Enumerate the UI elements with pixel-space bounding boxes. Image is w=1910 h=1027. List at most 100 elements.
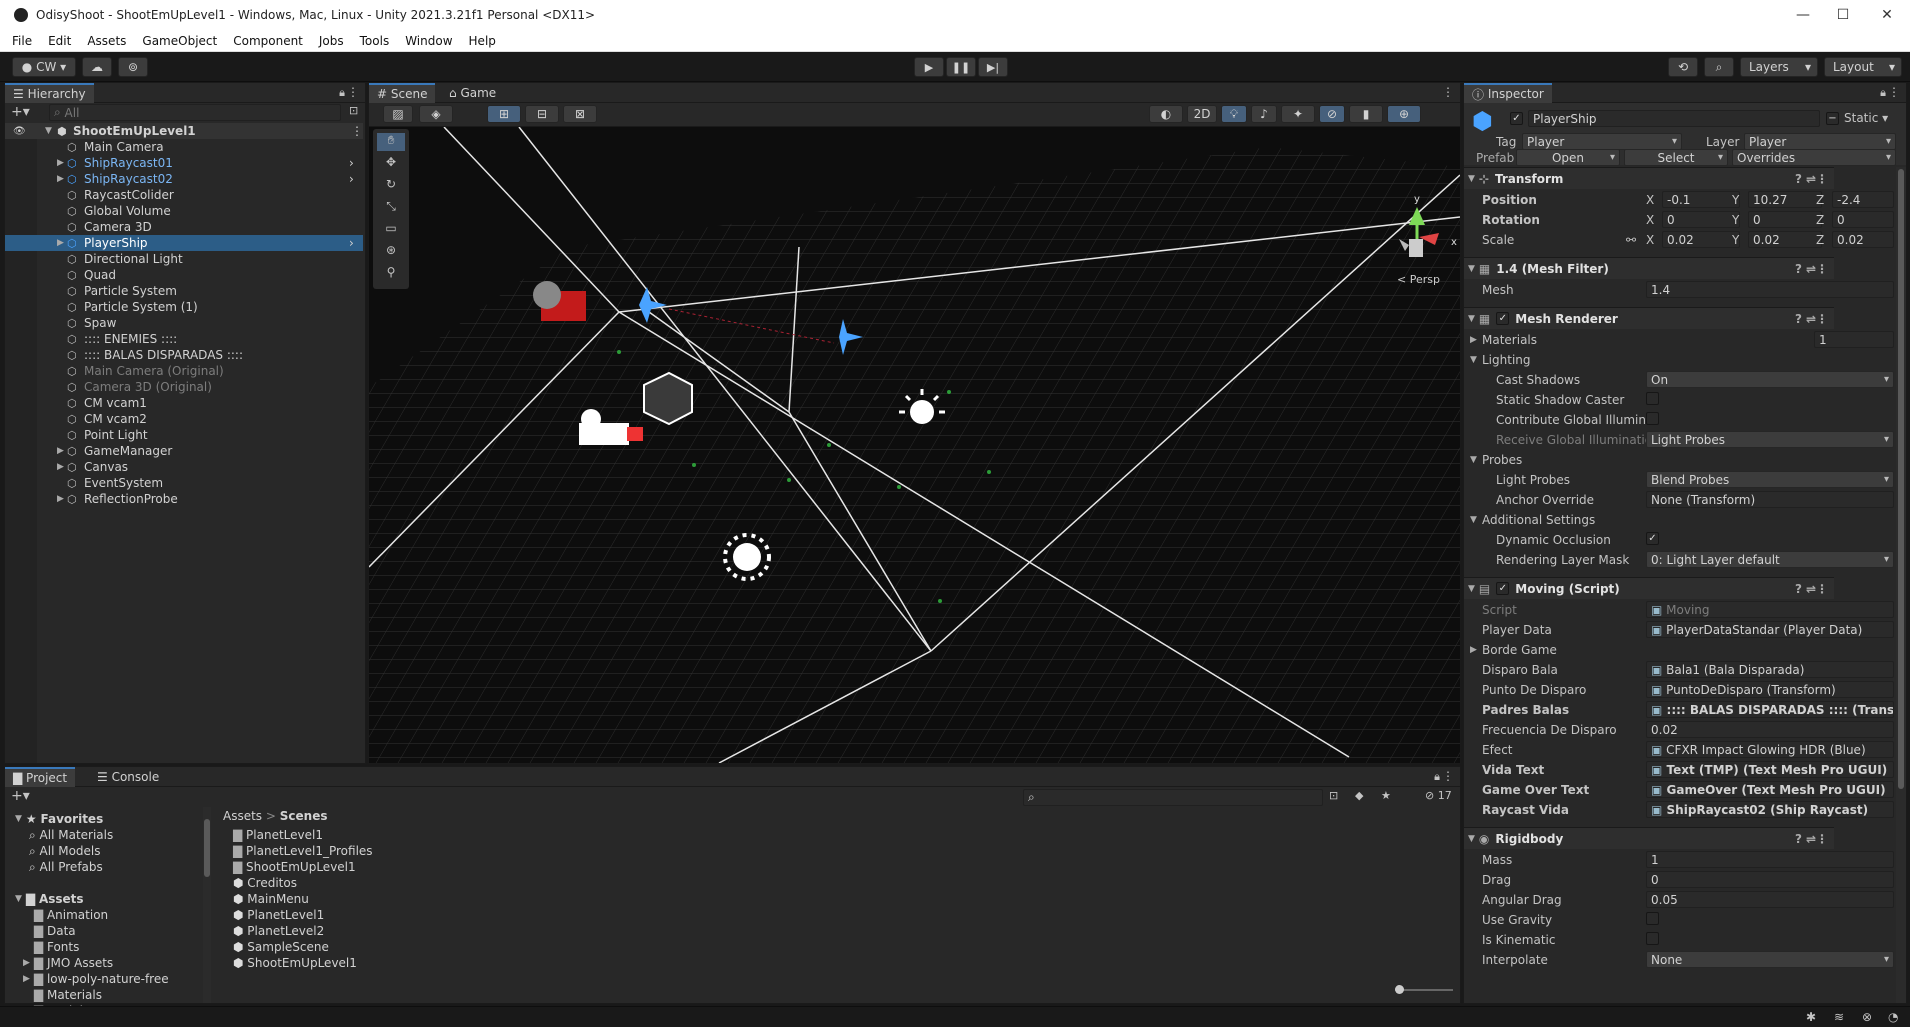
collab-icon[interactable]: ⊚ [118, 57, 148, 77]
search-by-type-icon[interactable]: ⊡ [1329, 789, 1338, 802]
menu-gameobject[interactable]: GameObject [134, 34, 225, 48]
rotation-x-field[interactable]: 0 [1662, 211, 1740, 228]
project-file-item[interactable]: ▇ ShootEmUpLevel1 [233, 859, 356, 875]
more-icon[interactable]: ⋮ [1816, 172, 1828, 186]
favorites-item[interactable]: ⌕ All Prefabs [29, 859, 103, 875]
hierarchy-item[interactable]: ⬡:::: BALAS DISPARADAS :::: [5, 347, 363, 363]
chevron-down-icon[interactable]: ▼ [1468, 584, 1475, 594]
grid-visibility-icon[interactable]: ⊟ [525, 105, 559, 123]
menu-assets[interactable]: Assets [79, 34, 134, 48]
audio-toggle-icon[interactable]: ♪ [1251, 105, 1277, 123]
scene-camera-icon[interactable]: ◐ [1149, 105, 1183, 123]
chevron-down-icon[interactable]: ▼ [45, 126, 52, 136]
mass-field[interactable]: 1 [1646, 851, 1894, 868]
chevron-down-icon[interactable]: ▼ [1468, 264, 1475, 274]
scene-search-icon[interactable]: ⊡ [349, 104, 358, 117]
more-icon[interactable]: ⋮ [1442, 769, 1454, 783]
gizmos-icon[interactable]: ⊕ [1387, 105, 1421, 123]
tab-console[interactable]: ☰ Console [89, 767, 167, 787]
prefab-open-button[interactable]: Open [1516, 149, 1620, 166]
open-prefab-icon[interactable]: › [349, 156, 354, 170]
tab-inspector[interactable]: ⓘ Inspector [1464, 83, 1552, 103]
tab-hierarchy[interactable]: ☰ Hierarchy [5, 83, 94, 103]
more-icon[interactable]: ⋮ [1888, 85, 1900, 99]
favorites-item[interactable]: ⌕ All Models [29, 843, 101, 859]
chevron-right-icon[interactable]: ▶ [57, 446, 64, 456]
preset-icon[interactable]: ⇌ [1806, 312, 1816, 326]
hierarchy-item[interactable]: ▶ ⬡ ReflectionProbe [5, 491, 363, 507]
maximize-button[interactable]: ☐ [1820, 0, 1866, 30]
assets-tree-item[interactable]: ▶▇ Materials [19, 987, 102, 1003]
effects-icon[interactable]: ✦ [1281, 105, 1315, 123]
tab-game[interactable]: ⌂ Game [441, 83, 504, 103]
rect-tool-icon[interactable]: ▭ [377, 221, 405, 239]
history-icon[interactable]: ⟲ [1668, 57, 1698, 77]
open-prefab-icon[interactable]: › [349, 236, 354, 250]
component-header[interactable]: ▼ ⊹ Transform? ⇌ ⋮ [1464, 167, 1834, 189]
help-icon[interactable]: ? [1795, 262, 1802, 276]
hierarchy-scene-row[interactable]: 👁︎ ▼ ⬢ ShootEmUpLevel1 ⋮ [5, 123, 363, 139]
object-name-field[interactable]: PlayerShip [1528, 110, 1820, 127]
inspector-scrollbar[interactable] [1896, 167, 1906, 1003]
rotation-z-field[interactable]: 0 [1832, 211, 1894, 228]
chevron-down-icon[interactable]: ▼ [1470, 355, 1477, 365]
play-button[interactable]: ▶ [914, 57, 944, 77]
scene-more-icon[interactable]: ⋮ [351, 124, 363, 138]
rotate-tool-icon[interactable]: ↻ [377, 177, 405, 195]
script-field-value[interactable]: ▣ Text (TMP) (Text Mesh Pro UGUI) [1646, 761, 1894, 778]
camera-settings-icon[interactable]: ▮ [1349, 105, 1383, 123]
increment-snap-icon[interactable]: ⊠ [563, 105, 597, 123]
chevron-down-icon[interactable]: ▼ [1470, 455, 1477, 465]
shading-icon[interactable]: ◈ [419, 105, 453, 123]
chevron-right-icon[interactable]: ▶ [57, 174, 64, 184]
scale-z-field[interactable]: 0.02 [1832, 231, 1894, 248]
receive-gi-dropdown[interactable]: Light Probes [1646, 431, 1894, 448]
hierarchy-item[interactable]: ⬡ Main Camera (Original) [5, 363, 363, 379]
more-icon[interactable]: ⋮ [1816, 832, 1828, 846]
hierarchy-item[interactable]: ⬡ Particle System [5, 283, 363, 299]
help-icon[interactable]: ? [1795, 582, 1802, 596]
script-field-value[interactable]: ▣ :::: BALAS DISPARADAS :::: (Transfor [1646, 701, 1894, 718]
hierarchy-item[interactable]: ▶ ⬡ ShipRaycast01 › [5, 155, 363, 171]
static-dropdown[interactable]: Static ▾ [1844, 111, 1888, 125]
scene-viewport[interactable]: y x < Persp [369, 127, 1460, 763]
lock-icon[interactable]: 🔒︎ [1880, 86, 1886, 100]
tab-project[interactable]: ▇ Project [5, 767, 76, 787]
hierarchy-item[interactable]: ⬡ Main Camera [5, 139, 363, 155]
script-field-value[interactable]: ▣ CFXR Impact Glowing HDR (Blue) [1646, 741, 1894, 758]
project-file-item[interactable]: ⬢ MainMenu [233, 891, 309, 907]
account-button[interactable]: ● CW ▾ [12, 57, 76, 77]
component-enabled-checkbox[interactable]: ✓ [1496, 312, 1510, 325]
angular-drag-field[interactable]: 0.05 [1646, 891, 1894, 908]
pause-button[interactable]: ❚❚ [946, 57, 976, 77]
bug-icon[interactable]: ✱ [1806, 1010, 1816, 1024]
menu-tools[interactable]: Tools [352, 34, 398, 48]
layout-dropdown[interactable]: Layout ▾ [1824, 57, 1902, 77]
more-icon[interactable]: ⋮ [1816, 262, 1828, 276]
prefab-select-button[interactable]: Select [1624, 149, 1728, 166]
menu-help[interactable]: Help [461, 34, 504, 48]
script-field-value[interactable]: ▣ PlayerDataStandar (Player Data) [1646, 621, 1894, 638]
hierarchy-item[interactable]: ⬡ Camera 3D (Original) [5, 379, 363, 395]
menu-edit[interactable]: Edit [40, 34, 79, 48]
project-file-item[interactable]: ⬢ PlanetLevel2 [233, 923, 324, 939]
script-field-value[interactable]: ▣ Bala1 (Bala Disparada) [1646, 661, 1894, 678]
materials-count-field[interactable]: 1 [1814, 331, 1894, 348]
use-gravity-checkbox[interactable] [1646, 912, 1659, 925]
preset-icon[interactable]: ⇌ [1806, 262, 1816, 276]
search-icon[interactable]: ⌕ [1704, 57, 1734, 77]
component-enabled-checkbox[interactable]: ✓ [1496, 582, 1510, 595]
menu-file[interactable]: File [0, 34, 40, 48]
chevron-down-icon[interactable]: ▼ [1470, 515, 1477, 525]
project-file-item[interactable]: ⬢ Creditos [233, 875, 297, 891]
hidden-packages-icon[interactable]: ⊘ 17 [1425, 789, 1452, 802]
hierarchy-search-input[interactable]: ⌕ All [49, 104, 341, 121]
mesh-field[interactable]: 1.4 [1646, 281, 1894, 298]
toggle-2d-button[interactable]: 2D [1187, 105, 1217, 123]
layers-dropdown[interactable]: Layers ▾ [1740, 57, 1818, 77]
hierarchy-item[interactable]: ▶ ⬡ ShipRaycast02 › [5, 171, 363, 187]
prefab-overrides-dropdown[interactable]: Overrides [1732, 149, 1896, 166]
favorites-header[interactable]: ▼ ★ Favorites [11, 811, 103, 827]
preset-icon[interactable]: ⇌ [1806, 832, 1816, 846]
more-icon[interactable]: ⋮ [1816, 312, 1828, 326]
